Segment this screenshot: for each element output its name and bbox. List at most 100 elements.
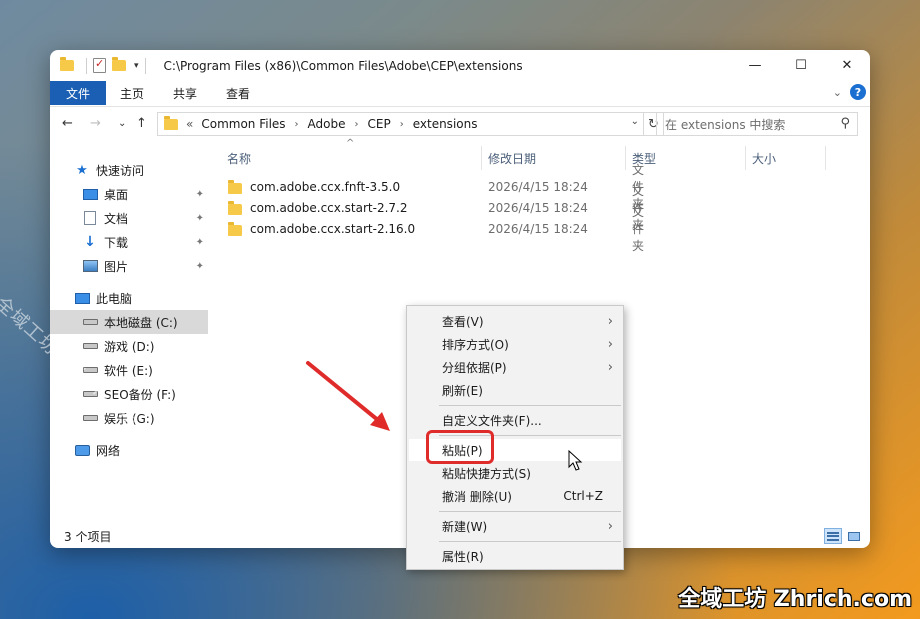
menu-label: 查看(V) — [442, 314, 484, 329]
window-controls: — ☐ ✕ — [732, 50, 870, 81]
navigation-pane: ★ 快速访问 桌面 ✦ 文档 ✦ ↓ 下载 ✦ 图片 ✦ 此电脑 本地磁盘 (C… — [50, 142, 208, 522]
column-header-size[interactable]: 大小 — [752, 146, 776, 170]
column-divider[interactable] — [625, 146, 626, 170]
menu-divider — [439, 405, 621, 406]
drive-icon — [82, 315, 98, 329]
watermark-brand: 全域工坊 Zhrich.com — [678, 587, 912, 612]
column-divider[interactable] — [481, 146, 482, 170]
menu-item-refresh[interactable]: 刷新(E) — [409, 379, 621, 401]
nav-label: 游戏 (D:) — [104, 339, 155, 354]
breadcrumb-adobe[interactable]: Adobe — [308, 117, 346, 131]
nav-quick-access[interactable]: ★ 快速访问 — [50, 158, 208, 182]
recent-locations-button[interactable]: ⌄ — [118, 118, 126, 129]
forward-button[interactable]: → — [90, 116, 101, 131]
nav-drive-c[interactable]: 本地磁盘 (C:) — [50, 310, 208, 334]
search-box[interactable]: 在 extensions 中搜索 ⚲ — [656, 112, 858, 136]
computer-icon — [74, 291, 90, 305]
window-title: C:\Program Files (x86)\Common Files\Adob… — [163, 58, 523, 73]
back-button[interactable]: ← — [62, 116, 73, 131]
menu-item-customize-folder[interactable]: 自定义文件夹(F)... — [409, 409, 621, 431]
column-divider[interactable] — [745, 146, 746, 170]
file-row[interactable]: com.adobe.ccx.start-2.16.0 2026/4/15 18:… — [228, 205, 644, 253]
nav-label: 文档 — [104, 211, 129, 226]
file-row[interactable]: com.adobe.ccx.start-2.7.2 2026/4/15 18:2… — [228, 184, 644, 232]
breadcrumb-extensions[interactable]: extensions — [413, 117, 478, 131]
chevron-right-icon[interactable]: › — [295, 119, 299, 130]
column-header-name[interactable]: 名称 — [227, 146, 251, 170]
divider — [144, 57, 146, 74]
file-row[interactable]: com.adobe.ccx.fnft-3.5.0 2026/4/15 18:24… — [228, 163, 644, 211]
details-view-button[interactable] — [824, 528, 842, 544]
nav-network[interactable]: 网络 — [50, 438, 208, 462]
tab-share[interactable]: 共享 — [173, 81, 197, 105]
tab-home[interactable]: 主页 — [120, 81, 144, 105]
title-bar: ▾ C:\Program Files (x86)\Common Files\Ad… — [50, 50, 870, 81]
menu-label: 排序方式(O) — [442, 337, 509, 352]
folder-icon — [60, 57, 74, 71]
properties-icon[interactable] — [93, 57, 106, 73]
address-dropdown-icon[interactable]: ⌄ — [631, 116, 639, 127]
divider — [86, 57, 87, 74]
details-view-icon — [827, 531, 839, 541]
menu-divider — [439, 541, 621, 542]
nav-label: 下载 — [104, 235, 129, 250]
menu-item-properties[interactable]: 属性(R) — [409, 545, 621, 567]
nav-label: 网络 — [96, 443, 121, 458]
file-name: com.adobe.ccx.start-2.16.0 — [250, 221, 416, 236]
drive-icon — [82, 339, 98, 353]
column-header-modified[interactable]: 修改日期 — [488, 146, 536, 170]
up-button[interactable]: ↑ — [136, 116, 147, 131]
expand-ribbon-icon[interactable]: ⌄ — [833, 86, 842, 99]
sort-ascending-icon: ^ — [346, 138, 355, 149]
pin-icon: ✦ — [195, 212, 204, 224]
menu-divider — [439, 511, 621, 512]
column-divider[interactable] — [825, 146, 826, 170]
menu-item-new[interactable]: 新建(W) › — [409, 515, 621, 537]
file-modified: 2026/4/15 18:24 — [488, 221, 588, 236]
folder-icon — [228, 179, 242, 194]
nav-label: 快速访问 — [96, 163, 145, 178]
file-type: 文件夹 — [632, 205, 645, 253]
menu-label: 刷新(E) — [442, 383, 483, 398]
menu-label: 新建(W) — [442, 519, 488, 534]
breadcrumb-overflow[interactable]: « — [186, 117, 193, 131]
new-folder-icon[interactable] — [112, 57, 126, 71]
menu-item-undo-delete[interactable]: 撤消 删除(U) Ctrl+Z — [409, 485, 621, 507]
star-icon: ★ — [76, 162, 88, 178]
nav-documents[interactable]: 文档 ✦ — [50, 206, 208, 230]
ribbon-controls: ⌄ ? — [833, 84, 866, 100]
search-icon[interactable]: ⚲ — [840, 116, 850, 131]
menu-item-sort-by[interactable]: 排序方式(O) › — [409, 333, 621, 355]
tab-view[interactable]: 查看 — [226, 81, 250, 105]
menu-item-group-by[interactable]: 分组依据(P) › — [409, 356, 621, 378]
chevron-right-icon: › — [607, 313, 613, 329]
minimize-button[interactable]: — — [732, 50, 778, 81]
menu-item-paste-shortcut[interactable]: 粘贴快捷方式(S) — [409, 462, 621, 484]
chevron-right-icon[interactable]: › — [400, 119, 404, 130]
breadcrumb-cep[interactable]: CEP — [368, 117, 391, 131]
nav-desktop[interactable]: 桌面 ✦ — [50, 182, 208, 206]
nav-label: 软件 (E:) — [104, 363, 153, 378]
large-icons-view-button[interactable] — [845, 528, 863, 544]
customize-toolbar-icon[interactable]: ▾ — [134, 61, 139, 71]
help-icon[interactable]: ? — [850, 84, 866, 100]
nav-pictures[interactable]: 图片 ✦ — [50, 254, 208, 278]
tab-file[interactable]: 文件 — [50, 81, 106, 105]
menu-label: 自定义文件夹(F)... — [442, 413, 542, 428]
nav-this-pc[interactable]: 此电脑 — [50, 286, 208, 310]
address-bar[interactable]: « Common Files › Adobe › CEP › extension… — [157, 112, 644, 136]
menu-item-view[interactable]: 查看(V) › — [409, 310, 621, 332]
close-button[interactable]: ✕ — [824, 50, 870, 81]
file-name: com.adobe.ccx.fnft-3.5.0 — [250, 179, 401, 194]
chevron-right-icon[interactable]: › — [355, 119, 359, 130]
menu-shortcut: Ctrl+Z — [563, 489, 603, 503]
search-input[interactable]: 在 extensions 中搜索 — [665, 116, 785, 133]
pin-icon: ✦ — [195, 188, 204, 200]
document-icon — [82, 211, 98, 225]
ribbon-tabs: 文件 主页 共享 查看 ⌄ ? — [50, 81, 870, 107]
breadcrumb-common-files[interactable]: Common Files — [201, 117, 285, 131]
large-icons-view-icon — [848, 531, 860, 541]
pin-icon: ✦ — [195, 236, 204, 248]
maximize-button[interactable]: ☐ — [778, 50, 824, 81]
nav-downloads[interactable]: ↓ 下载 ✦ — [50, 230, 208, 254]
